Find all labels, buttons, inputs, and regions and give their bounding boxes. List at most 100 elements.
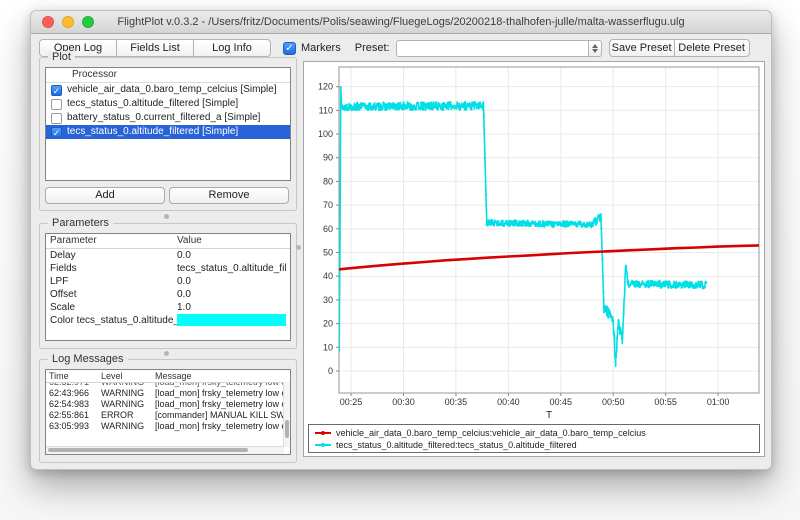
x-axis-label: T xyxy=(546,410,552,421)
parameter-name: Fields xyxy=(46,262,177,275)
chart[interactable]: 010203040506070809010011012000:2500:3000… xyxy=(304,62,764,422)
x-tick-label: 00:25 xyxy=(340,397,363,407)
series-altitude-filtered xyxy=(338,86,707,366)
log-vertical-scrollbar[interactable] xyxy=(283,382,290,447)
log-horizontal-scrollbar[interactable] xyxy=(46,446,284,454)
list-item[interactable]: tecs_status_0.altitude_filtered [Simple] xyxy=(46,97,290,111)
series-baro-temp xyxy=(339,245,759,269)
parameter-value: 0.0 xyxy=(177,275,286,288)
list-item[interactable]: ✓ tecs_status_0.altitude_filtered [Simple… xyxy=(46,125,290,139)
field-label: tecs_status_0.altitude_filtered [Simple] xyxy=(67,125,238,139)
y-tick-label: 40 xyxy=(323,271,333,281)
y-tick-label: 60 xyxy=(323,224,333,234)
x-tick-label: 00:40 xyxy=(497,397,520,407)
color-swatch[interactable] xyxy=(177,314,286,327)
parameter-value: 0.0 xyxy=(177,249,286,262)
legend-entry: vehicle_air_data_0.baro_temp_celcius:veh… xyxy=(315,427,759,439)
preset-label: Preset: xyxy=(355,42,390,54)
value-col-header: Value xyxy=(177,234,286,248)
list-item[interactable]: battery_status_0.current_filtered_a [Sim… xyxy=(46,111,290,125)
parameter-name: Delay xyxy=(46,249,177,262)
close-window-icon[interactable] xyxy=(42,16,54,28)
parameter-row[interactable]: Color tecs_status_0.altitude_filt... xyxy=(46,314,290,327)
log-time: 62:55:861 xyxy=(46,410,101,421)
parameter-row[interactable]: LPF0.0 xyxy=(46,275,290,288)
legend-label: vehicle_air_data_0.baro_temp_celcius:veh… xyxy=(336,428,646,438)
toolbar: Open Log Fields List Log Info ✓ Markers … xyxy=(39,38,763,58)
message-col-header: Message xyxy=(155,370,284,382)
x-tick-label: 00:30 xyxy=(392,397,415,407)
log-message: [load_mon] frsky_telemetry low on sta xyxy=(155,388,284,399)
parameter-name: LPF xyxy=(46,275,177,288)
chart-panel[interactable]: 010203040506070809010011012000:2500:3000… xyxy=(303,61,765,457)
add-button[interactable]: Add xyxy=(45,187,165,204)
y-tick-label: 70 xyxy=(323,200,333,210)
field-checkbox[interactable]: ✓ xyxy=(51,127,62,138)
minimize-window-icon[interactable] xyxy=(62,16,74,28)
parameter-name: Color tecs_status_0.altitude_filt... xyxy=(46,314,177,327)
y-tick-label: 10 xyxy=(323,342,333,352)
field-checkbox[interactable] xyxy=(51,113,62,124)
log-row[interactable]: 62:54:983WARNING[load_mon] frsky_telemet… xyxy=(46,399,290,410)
legend-line-icon xyxy=(315,432,331,434)
flightplot-window: FlightPlot v.0.3.2 - /Users/fritz/Docume… xyxy=(30,10,772,470)
plot-group: Plot Processor ✓vehicle_air_data_0.baro_… xyxy=(39,57,297,211)
log-level: WARNING xyxy=(101,388,155,399)
log-message: [commander] MANUAL KILL SWITCH EN xyxy=(155,410,284,421)
y-tick-label: 90 xyxy=(323,153,333,163)
parameter-value: tecs_status_0.altitude_filtered xyxy=(177,262,286,275)
parameter-row[interactable]: Offset0.0 xyxy=(46,288,290,301)
preset-combobox[interactable] xyxy=(396,40,589,57)
legend-entry: tecs_status_0.altitude_filtered:tecs_sta… xyxy=(315,439,759,451)
y-tick-label: 50 xyxy=(323,248,333,258)
remove-button[interactable]: Remove xyxy=(169,187,289,204)
y-tick-label: 120 xyxy=(318,82,333,92)
level-col-header: Level xyxy=(101,370,155,382)
log-info-button[interactable]: Log Info xyxy=(193,39,271,57)
log-time: 62:43:966 xyxy=(46,388,101,399)
log-message: [load_mon] frsky_telemetry low on sta xyxy=(155,399,284,410)
zoom-window-icon[interactable] xyxy=(82,16,94,28)
log-level: WARNING xyxy=(101,399,155,410)
plot-group-title: Plot xyxy=(48,51,75,63)
splitter-handle-icon[interactable] xyxy=(296,245,301,250)
log-level: ERROR xyxy=(101,410,155,421)
parameter-row[interactable]: Fieldstecs_status_0.altitude_filtered xyxy=(46,262,290,275)
parameter-row[interactable]: Delay0.0 xyxy=(46,249,290,262)
log-time: 63:05:993 xyxy=(46,421,101,432)
fields-list-button[interactable]: Fields List xyxy=(116,39,194,57)
field-label: vehicle_air_data_0.baro_temp_celcius [Si… xyxy=(67,83,277,97)
log-row[interactable]: 62:55:861ERROR[commander] MANUAL KILL SW… xyxy=(46,410,290,421)
splitter-handle-icon[interactable] xyxy=(164,351,169,356)
title-bar[interactable]: FlightPlot v.0.3.2 - /Users/fritz/Docume… xyxy=(31,11,771,34)
parameters-group: Parameters Parameter Value Delay0.0Field… xyxy=(39,223,297,349)
field-checkbox[interactable]: ✓ xyxy=(51,85,62,96)
x-tick-label: 00:35 xyxy=(445,397,468,407)
preset-stepper-icon[interactable] xyxy=(589,40,602,57)
list-item[interactable]: ✓ vehicle_air_data_0.baro_temp_celcius [S… xyxy=(46,83,290,97)
parameter-value: 0.0 xyxy=(177,288,286,301)
log-row[interactable]: 63:05:993WARNING[load_mon] frsky_telemet… xyxy=(46,421,290,432)
x-tick-label: 00:50 xyxy=(602,397,625,407)
field-checkbox[interactable] xyxy=(51,99,62,110)
log-messages-table[interactable]: Time Level Message 62:32:971WARNING[load… xyxy=(45,369,291,455)
parameters-table[interactable]: Parameter Value Delay0.0Fieldstecs_statu… xyxy=(45,233,291,341)
save-preset-button[interactable]: Save Preset xyxy=(609,39,675,57)
chart-legend: vehicle_air_data_0.baro_temp_celcius:veh… xyxy=(308,424,760,453)
markers-checkbox[interactable]: ✓ xyxy=(283,42,296,55)
y-tick-label: 110 xyxy=(319,105,333,115)
legend-line-icon xyxy=(315,444,331,446)
y-tick-label: 0 xyxy=(328,366,333,376)
markers-label: Markers xyxy=(301,42,341,54)
log-row[interactable]: 62:43:966WARNING[load_mon] frsky_telemet… xyxy=(46,388,290,399)
parameter-row[interactable]: Scale1.0 xyxy=(46,301,290,314)
y-tick-label: 30 xyxy=(323,295,333,305)
time-col-header: Time xyxy=(46,370,101,382)
parameter-name: Offset xyxy=(46,288,177,301)
plot-field-list[interactable]: Processor ✓vehicle_air_data_0.baro_temp_… xyxy=(45,67,291,181)
window-title: FlightPlot v.0.3.2 - /Users/fritz/Docume… xyxy=(31,11,771,33)
x-tick-label: 01:00 xyxy=(707,397,730,407)
field-label: battery_status_0.current_filtered_a [Sim… xyxy=(67,111,260,125)
splitter-handle-icon[interactable] xyxy=(164,214,169,219)
delete-preset-button[interactable]: Delete Preset xyxy=(674,39,750,57)
